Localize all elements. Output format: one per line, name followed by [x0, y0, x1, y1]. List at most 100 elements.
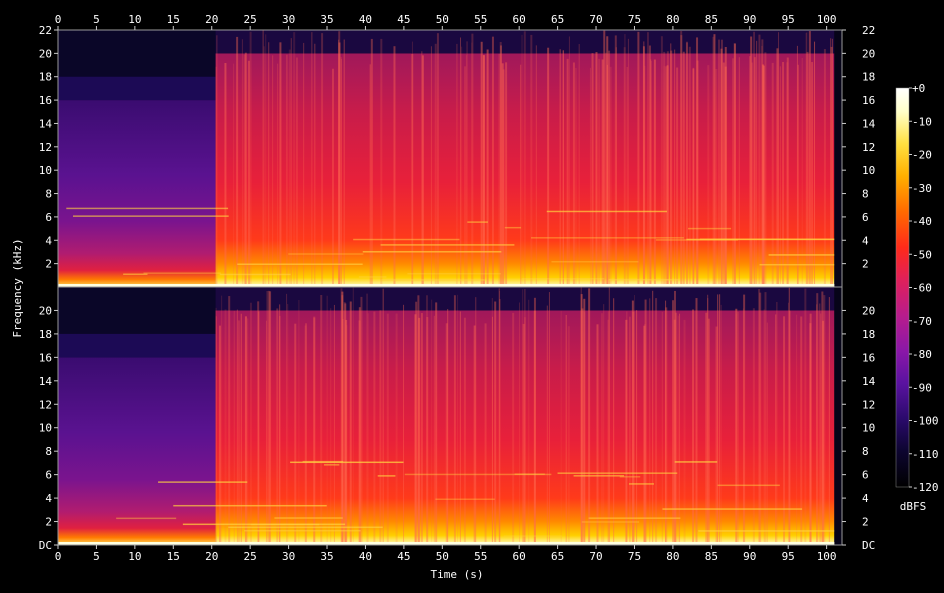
- transient-streak: [459, 311, 461, 545]
- transient-streak: [782, 62, 785, 287]
- harmonic-band: [274, 517, 343, 519]
- transient-streak: [615, 47, 617, 287]
- transient-streak: [705, 312, 708, 545]
- colorbar-tick-label: -10: [912, 115, 932, 128]
- x-tick-label: 10: [128, 550, 141, 563]
- y-tick-label: 20: [39, 47, 52, 60]
- y-tick-label: 6: [45, 211, 52, 224]
- transient-streak: [313, 317, 316, 545]
- transient-streak: [655, 298, 658, 545]
- transient-streak: [367, 313, 369, 545]
- transient-streak: [247, 318, 249, 545]
- transient-streak: [519, 302, 521, 545]
- transient-streak: [224, 63, 227, 288]
- y-tick-label: 14: [39, 375, 53, 388]
- y-tick-label: 6: [45, 469, 52, 482]
- transient-streak: [535, 45, 537, 288]
- transient-streak: [613, 298, 615, 545]
- transient-streak: [591, 53, 594, 288]
- harmonic-band: [377, 475, 396, 477]
- transient-streak: [224, 309, 227, 545]
- transient-streak: [330, 308, 332, 545]
- transient-streak: [811, 62, 814, 288]
- x-tick-label: 0: [55, 13, 62, 26]
- transient-streak: [735, 313, 737, 545]
- transient-streak: [369, 64, 371, 287]
- x-tick-label: 55: [474, 550, 487, 563]
- transient-streak: [680, 35, 683, 287]
- harmonic-band: [521, 278, 605, 280]
- harmonic-band: [353, 238, 460, 241]
- x-tick-label: 35: [320, 13, 333, 26]
- transient-streak: [265, 34, 267, 288]
- transient-streak: [682, 51, 685, 287]
- transient-streak: [606, 36, 609, 288]
- x-tick-label: 35: [320, 550, 333, 563]
- x-tick-label: 15: [167, 13, 180, 26]
- x-tick-label: 60: [513, 550, 526, 563]
- x-tick-label: 5: [93, 550, 100, 563]
- transient-streak: [583, 298, 586, 545]
- transient-streak: [595, 52, 598, 287]
- transient-streak: [683, 319, 686, 545]
- transient-streak: [734, 43, 737, 288]
- y-tick-label: 20: [39, 304, 52, 317]
- x-tick-label: 90: [743, 13, 756, 26]
- transient-streak: [528, 299, 530, 545]
- colorbar-tick-label: -90: [912, 381, 932, 394]
- high-band: [58, 333, 216, 358]
- transient-streak: [779, 66, 781, 287]
- transient-streak: [240, 313, 242, 545]
- transient-streak: [801, 57, 803, 287]
- transient-streak: [276, 308, 279, 545]
- transient-streak: [244, 316, 247, 545]
- transient-streak: [566, 58, 569, 287]
- harmonic-band: [288, 253, 364, 255]
- y-tick-label: 4: [45, 492, 52, 505]
- transient-streak: [460, 37, 462, 288]
- harmonic-band: [467, 221, 488, 223]
- transient-streak: [457, 294, 459, 545]
- y-tick-label: 12: [862, 141, 875, 154]
- transient-streak: [228, 296, 231, 545]
- y-tick-label: 12: [862, 398, 875, 411]
- transient-streak: [679, 313, 681, 545]
- y-tick-label: 18: [862, 328, 875, 341]
- transient-streak: [244, 52, 247, 288]
- harmonic-band: [290, 461, 404, 464]
- transient-streak: [311, 32, 313, 288]
- transient-streak: [379, 310, 382, 545]
- transient-streak: [789, 310, 791, 545]
- x-tick-label: 90: [743, 550, 756, 563]
- harmonic-band: [435, 498, 495, 501]
- transient-streak: [758, 34, 761, 287]
- transient-streak: [743, 294, 746, 545]
- transient-streak: [267, 290, 270, 545]
- transient-streak: [268, 42, 270, 287]
- transient-streak: [533, 297, 536, 545]
- colorbar-gradient: [895, 87, 910, 488]
- x-tick-label: 85: [705, 550, 718, 563]
- y-tick-label: 18: [39, 71, 52, 84]
- y-tick-label: 20: [862, 47, 875, 60]
- transient-streak: [221, 295, 223, 545]
- transient-streak: [236, 309, 238, 545]
- transient-streak: [471, 33, 474, 288]
- transient-streak: [548, 292, 550, 545]
- colorbar-tick-label: -70: [912, 315, 932, 328]
- harmonic-band: [759, 263, 842, 266]
- transient-streak: [499, 299, 501, 545]
- y-tick-label: 14: [862, 117, 876, 130]
- harmonic-band: [573, 475, 625, 477]
- harmonic-band: [237, 263, 363, 266]
- y-tick-label: 4: [862, 492, 869, 505]
- transient-streak: [816, 304, 818, 545]
- transient-streak: [343, 39, 345, 287]
- x-tick-label: 95: [782, 550, 795, 563]
- x-tick-label: 75: [628, 13, 641, 26]
- transient-streak: [294, 323, 297, 545]
- transient-streak: [649, 298, 651, 545]
- transient-streak: [456, 43, 458, 288]
- transient-streak: [822, 320, 825, 545]
- harmonic-band: [688, 227, 732, 230]
